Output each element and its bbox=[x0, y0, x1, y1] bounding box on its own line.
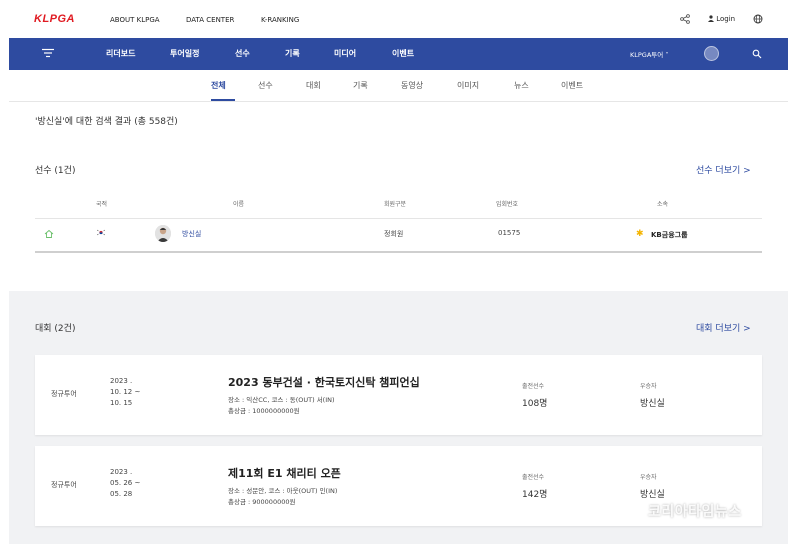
nav-tour-schedule[interactable]: 투어일정 bbox=[170, 48, 199, 59]
winner-name[interactable]: 방신실 bbox=[640, 396, 665, 409]
tournaments-more-link[interactable]: 대회 더보기 > bbox=[696, 321, 751, 334]
players-section-title: 선수 (1건) bbox=[35, 166, 76, 176]
tournament-name[interactable]: 2023 동부건설 · 한국토지신탁 챔피언십 bbox=[228, 374, 420, 390]
tournament-card[interactable]: 정규투어 2023 . 10. 12 ~ 10. 15 2023 동부건설 · … bbox=[35, 355, 762, 435]
table-divider-bottom bbox=[35, 251, 762, 253]
tournament-name[interactable]: 제11회 E1 채리티 오픈 bbox=[228, 465, 341, 481]
sponsor-logo: KB금융그룹 bbox=[651, 231, 688, 239]
tab-all[interactable]: 전체 bbox=[211, 80, 226, 91]
tab-events[interactable]: 이벤트 bbox=[561, 80, 583, 91]
globe-icon[interactable] bbox=[753, 14, 763, 24]
player-name-link[interactable]: 방신실 bbox=[182, 229, 201, 239]
user-icon bbox=[708, 15, 714, 22]
player-member-number: 01575 bbox=[498, 229, 521, 237]
watermark: K 코리아타임뉴스 bbox=[604, 493, 779, 533]
search-category-tabs: 전체 선수 대회 기록 동영상 이미지 뉴스 이벤트 bbox=[9, 70, 788, 102]
players-more-link[interactable]: 선수 더보기 > bbox=[696, 163, 751, 176]
emblem-icon[interactable] bbox=[704, 46, 719, 61]
tab-images[interactable]: 이미지 bbox=[457, 80, 479, 91]
player-avatar bbox=[155, 225, 171, 242]
nav-players[interactable]: 선수 bbox=[235, 48, 250, 59]
th-member-number: 입회번호 bbox=[496, 201, 519, 208]
nav-media[interactable]: 미디어 bbox=[334, 48, 356, 59]
login-label: Login bbox=[716, 15, 736, 23]
main-navbar: 리더보드 투어일정 선수 기록 미디어 이벤트 KLPGA투어 ˅ bbox=[9, 38, 788, 70]
watermark-logo-mark: K bbox=[604, 493, 629, 531]
data-center-link[interactable]: DATA CENTER bbox=[186, 16, 234, 24]
tour-type: 정규투어 bbox=[51, 390, 77, 398]
login-button[interactable]: Login bbox=[708, 15, 735, 23]
active-tab-indicator bbox=[211, 99, 235, 101]
players-count: 108명 bbox=[522, 399, 548, 409]
players-count-label: 출전선수 bbox=[522, 383, 545, 390]
tour-select[interactable]: KLPGA투어 ˅ bbox=[630, 49, 669, 59]
share-icon[interactable] bbox=[680, 14, 690, 24]
top-bar: KLPGA ABOUT KLPGA DATA CENTER K-RANKING … bbox=[0, 0, 788, 38]
about-klpga-link[interactable]: ABOUT KLPGA bbox=[110, 16, 160, 24]
tournaments-section-title: 대회 (2건) bbox=[35, 324, 76, 334]
tournament-prize: 총상금 : 900000000원 bbox=[228, 498, 296, 506]
k-ranking-link[interactable]: K-RANKING bbox=[261, 16, 299, 24]
search-result-title: '방신실'에 대한 검색 결과 (총 558건) bbox=[35, 117, 178, 127]
search-icon[interactable] bbox=[752, 49, 762, 59]
menu-icon[interactable] bbox=[42, 48, 54, 58]
table-divider bbox=[35, 218, 762, 219]
player-member-type: 정회원 bbox=[384, 230, 404, 238]
tab-news[interactable]: 뉴스 bbox=[514, 80, 529, 91]
tab-players[interactable]: 선수 bbox=[258, 80, 273, 91]
tab-videos[interactable]: 동영상 bbox=[401, 80, 423, 91]
tour-date: 2023 . 05. 26 ~ 05. 28 bbox=[110, 468, 141, 498]
nav-leaderboard[interactable]: 리더보드 bbox=[106, 48, 135, 59]
tab-tournaments[interactable]: 대회 bbox=[306, 80, 321, 91]
kb-star-icon: ✱ bbox=[636, 229, 644, 239]
tour-date: 2023 . 10. 12 ~ 10. 15 bbox=[110, 377, 141, 407]
th-name: 이름 bbox=[233, 201, 245, 208]
nav-records[interactable]: 기록 bbox=[285, 48, 300, 59]
nav-events[interactable]: 이벤트 bbox=[392, 48, 414, 59]
th-sponsor: 소속 bbox=[657, 201, 669, 208]
players-count: 142명 bbox=[522, 490, 548, 500]
players-count-label: 출전선수 bbox=[522, 474, 545, 481]
korea-flag-icon bbox=[96, 229, 106, 236]
tournament-place: 장소 : 익산CC, 코스 : 동(OUT) 서(IN) bbox=[228, 396, 335, 404]
tournament-place: 장소 : 성문안, 코스 : 아웃(OUT) 인(IN) bbox=[228, 487, 338, 495]
winner-label: 우승자 bbox=[640, 474, 657, 481]
winner-label: 우승자 bbox=[640, 383, 657, 390]
watermark-text: 코리아타임뉴스 bbox=[648, 504, 742, 520]
tournament-prize: 총상금 : 1000000000원 bbox=[228, 407, 300, 415]
th-member-type: 회원구분 bbox=[384, 201, 407, 208]
home-icon[interactable] bbox=[44, 229, 54, 239]
tab-records[interactable]: 기록 bbox=[353, 80, 368, 91]
th-nationality: 국적 bbox=[96, 201, 108, 208]
tour-type: 정규투어 bbox=[51, 481, 77, 489]
klpga-logo[interactable]: KLPGA bbox=[34, 13, 75, 25]
